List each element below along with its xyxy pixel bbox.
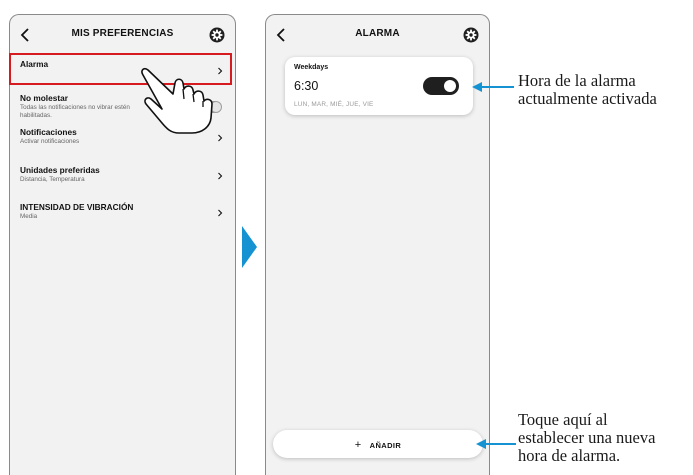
gear-icon[interactable] bbox=[209, 27, 225, 43]
callout-current-alarm: Hora de la alarma actualmente activada bbox=[518, 71, 657, 108]
chevron-right-icon bbox=[218, 172, 223, 180]
alarm-screen: ALARMA Weekdays 6:30 LUN, MAR, MIÉ, JUE,… bbox=[265, 14, 490, 475]
add-alarm-button[interactable]: + AÑADIR bbox=[273, 430, 483, 458]
callout-arrowhead-bottom bbox=[476, 439, 486, 449]
callout-line-bottom bbox=[484, 443, 516, 445]
alarm-label: Weekdays bbox=[294, 64, 329, 71]
add-button-label: AÑADIR bbox=[369, 441, 402, 450]
menu-item-sublabel: Todas las notificaciones no vibrar estén… bbox=[20, 104, 130, 119]
top-bar: ALARMA bbox=[266, 15, 489, 55]
alarm-time: 6:30 bbox=[294, 79, 319, 93]
menu-item-unidades-preferidas[interactable]: Unidades preferidas Distancia, Temperatu… bbox=[10, 161, 235, 198]
menu-item-label: Unidades preferidas bbox=[20, 165, 100, 175]
chevron-right-icon bbox=[218, 209, 223, 217]
back-chevron-icon[interactable] bbox=[274, 26, 290, 44]
alarm-toggle[interactable] bbox=[423, 77, 459, 95]
page-title: MIS PREFERENCIAS bbox=[71, 28, 174, 39]
callout-line-top bbox=[481, 86, 514, 88]
top-bar: MIS PREFERENCIAS bbox=[10, 15, 235, 55]
next-step-arrow bbox=[242, 226, 257, 268]
alarm-card[interactable]: Weekdays 6:30 LUN, MAR, MIÉ, JUE, VIE bbox=[285, 57, 473, 115]
page-title: ALARMA bbox=[355, 28, 400, 39]
menu-item-sublabel: Media bbox=[20, 213, 38, 220]
alarm-days: LUN, MAR, MIÉ, JUE, VIE bbox=[294, 101, 374, 108]
back-chevron-icon[interactable] bbox=[18, 26, 34, 44]
menu-item-sublabel: Activar notificaciones bbox=[20, 138, 80, 145]
menu-item-label: INTENSIDAD DE VIBRACIÓN bbox=[20, 202, 134, 212]
plus-icon: + bbox=[354, 439, 362, 451]
menu-item-sublabel: Distancia, Temperatura bbox=[20, 176, 85, 183]
menu-item-intensidad-vibracion[interactable]: INTENSIDAD DE VIBRACIÓN Media bbox=[10, 198, 235, 234]
callout-arrowhead-top bbox=[472, 82, 482, 92]
callout-add-alarm: Toque aquí al establecer una nueva hora … bbox=[518, 410, 656, 465]
pointing-hand-icon bbox=[141, 68, 213, 134]
gear-icon[interactable] bbox=[463, 27, 479, 43]
